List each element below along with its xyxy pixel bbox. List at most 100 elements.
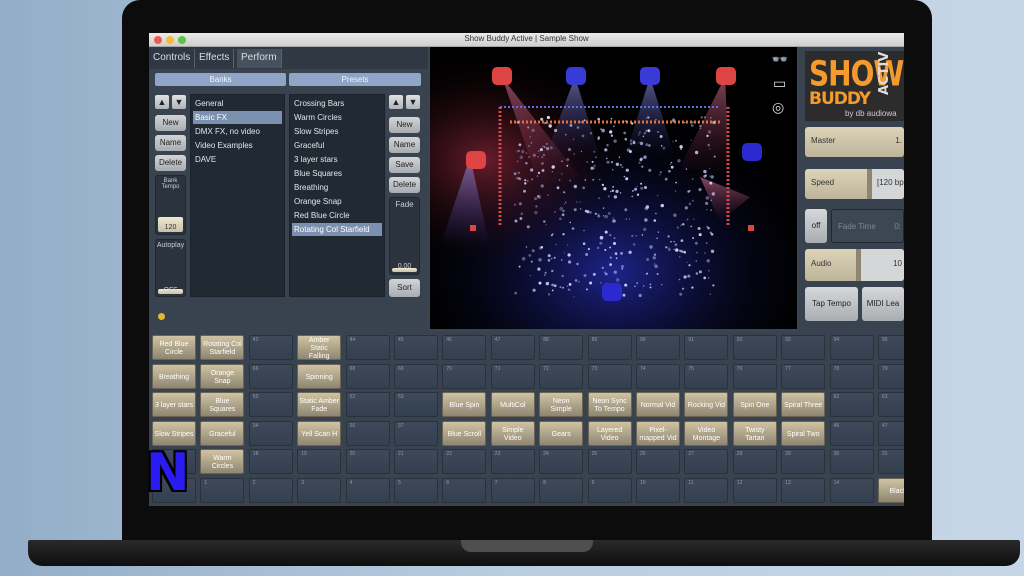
bank-delete-button[interactable]: Delete	[155, 155, 186, 171]
bank-tempo-slider[interactable]: Bank Tempo 120	[155, 175, 186, 235]
pad-button[interactable]: Pixel-mapped Vid	[636, 420, 680, 446]
pad-button[interactable]: Neon Sync To Tempo	[587, 392, 632, 417]
pad-button[interactable]: Layered Video	[587, 420, 632, 446]
pad-button[interactable]: 29	[781, 449, 826, 474]
tab-effects[interactable]: Effects	[195, 49, 235, 68]
list-item[interactable]: Basic FX	[193, 111, 282, 124]
pad-button[interactable]: 75	[684, 363, 729, 389]
pad-button[interactable]: 10	[636, 477, 680, 503]
pad-button[interactable]: 6	[442, 477, 487, 503]
pad-button[interactable]: Blacko	[878, 477, 904, 503]
pad-button[interactable]: 93	[781, 335, 826, 360]
pad-button[interactable]: 27	[684, 449, 729, 474]
pad-button[interactable]: Warm Circles	[200, 449, 245, 474]
pad-button[interactable]: 34	[248, 420, 293, 446]
list-item[interactable]: Warm Circles	[292, 111, 382, 124]
pad-button[interactable]: 74	[636, 363, 680, 389]
pad-button[interactable]: 5	[394, 477, 438, 503]
pad-button[interactable]: 69	[394, 363, 438, 389]
pad-button[interactable]: Amber Static Falling	[297, 335, 342, 360]
pad-button[interactable]: 91	[684, 335, 729, 360]
pad-button[interactable]: 14	[829, 477, 874, 503]
pad-button[interactable]: 21	[394, 449, 438, 474]
pad-button[interactable]: Yell Scan H	[297, 420, 342, 446]
pad-button[interactable]: 50	[248, 392, 293, 417]
audio-slider[interactable]: Audio 10	[805, 249, 904, 281]
pad-button[interactable]: 78	[829, 363, 874, 389]
pad-button[interactable]: 63	[878, 392, 904, 417]
monitor-icon[interactable]: ▭	[773, 75, 786, 92]
list-item[interactable]: Breathing	[292, 181, 382, 194]
pad-button[interactable]: 89	[587, 335, 632, 360]
pad-button[interactable]: 88	[539, 335, 584, 360]
midi-learn-button[interactable]: MIDI Lea	[862, 287, 904, 321]
pad-button[interactable]: 45	[394, 335, 438, 360]
pad-button[interactable]: 90	[636, 335, 680, 360]
pad-button[interactable]: 73	[587, 363, 632, 389]
list-item[interactable]: DAVE	[193, 153, 282, 166]
pad-button[interactable]: Spiral Two	[781, 420, 826, 446]
master-slider[interactable]: Master 1.	[805, 127, 904, 157]
preset-save-button[interactable]: Save	[389, 157, 420, 173]
tab-controls[interactable]: Controls	[149, 49, 196, 68]
pad-button[interactable]: Slow Stripes	[152, 420, 196, 446]
pad-button[interactable]: 9	[587, 477, 632, 503]
pad-button[interactable]: 76	[732, 363, 777, 389]
pad-button[interactable]: Spin One	[732, 392, 777, 417]
presets-down-arrow-icon[interactable]: ▼	[406, 95, 420, 109]
pad-button[interactable]: MultiCol	[490, 392, 535, 417]
preset-delete-button[interactable]: Delete	[389, 177, 420, 193]
pad-button[interactable]: Spinning	[297, 363, 342, 389]
pad-button[interactable]: 95	[878, 335, 904, 360]
list-item[interactable]: Video Examples	[193, 139, 282, 152]
list-item[interactable]: Blue Squares	[292, 167, 382, 180]
list-item[interactable]: Orange Snap	[292, 195, 382, 208]
pad-button[interactable]: 79	[878, 363, 904, 389]
pad-button[interactable]: Static Amber Fade	[297, 392, 342, 417]
presets-up-arrow-icon[interactable]: ▲	[389, 95, 403, 109]
list-item[interactable]: Crossing Bars	[292, 97, 382, 110]
pad-button[interactable]: 3	[297, 477, 342, 503]
fade-off-button[interactable]: off	[805, 209, 827, 243]
list-item[interactable]: Slow Stripes	[292, 125, 382, 138]
pad-button[interactable]: 92	[732, 335, 777, 360]
list-item[interactable]: General	[193, 97, 282, 110]
pad-button[interactable]: Video Montage	[684, 420, 729, 446]
banks-down-arrow-icon[interactable]: ▼	[172, 95, 186, 109]
pad-button[interactable]: Breathing	[152, 363, 196, 389]
fade-time-slider[interactable]: Fade Time 0:	[831, 209, 904, 243]
pad-button[interactable]: 42	[248, 335, 293, 360]
list-item[interactable]: Graceful	[292, 139, 382, 152]
pad-button[interactable]: 13	[781, 477, 826, 503]
pad-button[interactable]: 47	[490, 335, 535, 360]
bank-name-button[interactable]: Name	[155, 135, 186, 151]
pad-button[interactable]: 46	[829, 420, 874, 446]
pad-button[interactable]: Graceful	[200, 420, 245, 446]
pad-button[interactable]: 23	[490, 449, 535, 474]
pad-button[interactable]: 66	[248, 363, 293, 389]
glasses-icon[interactable]: 👓	[771, 51, 788, 68]
pad-button[interactable]: 30	[829, 449, 874, 474]
pad-button[interactable]: Blue Squares	[200, 392, 245, 417]
pad-button[interactable]: 18	[248, 449, 293, 474]
pad-button[interactable]: Rotating Col Starfield	[200, 335, 245, 360]
pad-button[interactable]: Spiral Three	[781, 392, 826, 417]
pad-button[interactable]: 19	[297, 449, 342, 474]
pad-button[interactable]: Blue Spin	[442, 392, 487, 417]
preset-name-button[interactable]: Name	[389, 137, 420, 153]
pad-button[interactable]: Orange Snap	[200, 363, 245, 389]
pad-button[interactable]: 20	[345, 449, 390, 474]
preset-new-button[interactable]: New	[389, 117, 420, 133]
pad-button[interactable]: Gears	[539, 420, 584, 446]
pad-button[interactable]: 46	[442, 335, 487, 360]
presets-list[interactable]: Crossing Bars Warm Circles Slow Stripes …	[289, 94, 385, 297]
tap-tempo-button[interactable]: Tap Tempo	[805, 287, 858, 321]
pad-button[interactable]: 37	[394, 420, 438, 446]
fade-slider[interactable]: Fade 0.00	[389, 197, 420, 275]
pad-button[interactable]: Rocking Vid	[684, 392, 729, 417]
pad-button[interactable]: 47	[878, 420, 904, 446]
pad-button[interactable]: Normal Vid	[636, 392, 680, 417]
pad-button[interactable]: 68	[345, 363, 390, 389]
pad-button[interactable]: 22	[442, 449, 487, 474]
pad-button[interactable]: 26	[636, 449, 680, 474]
